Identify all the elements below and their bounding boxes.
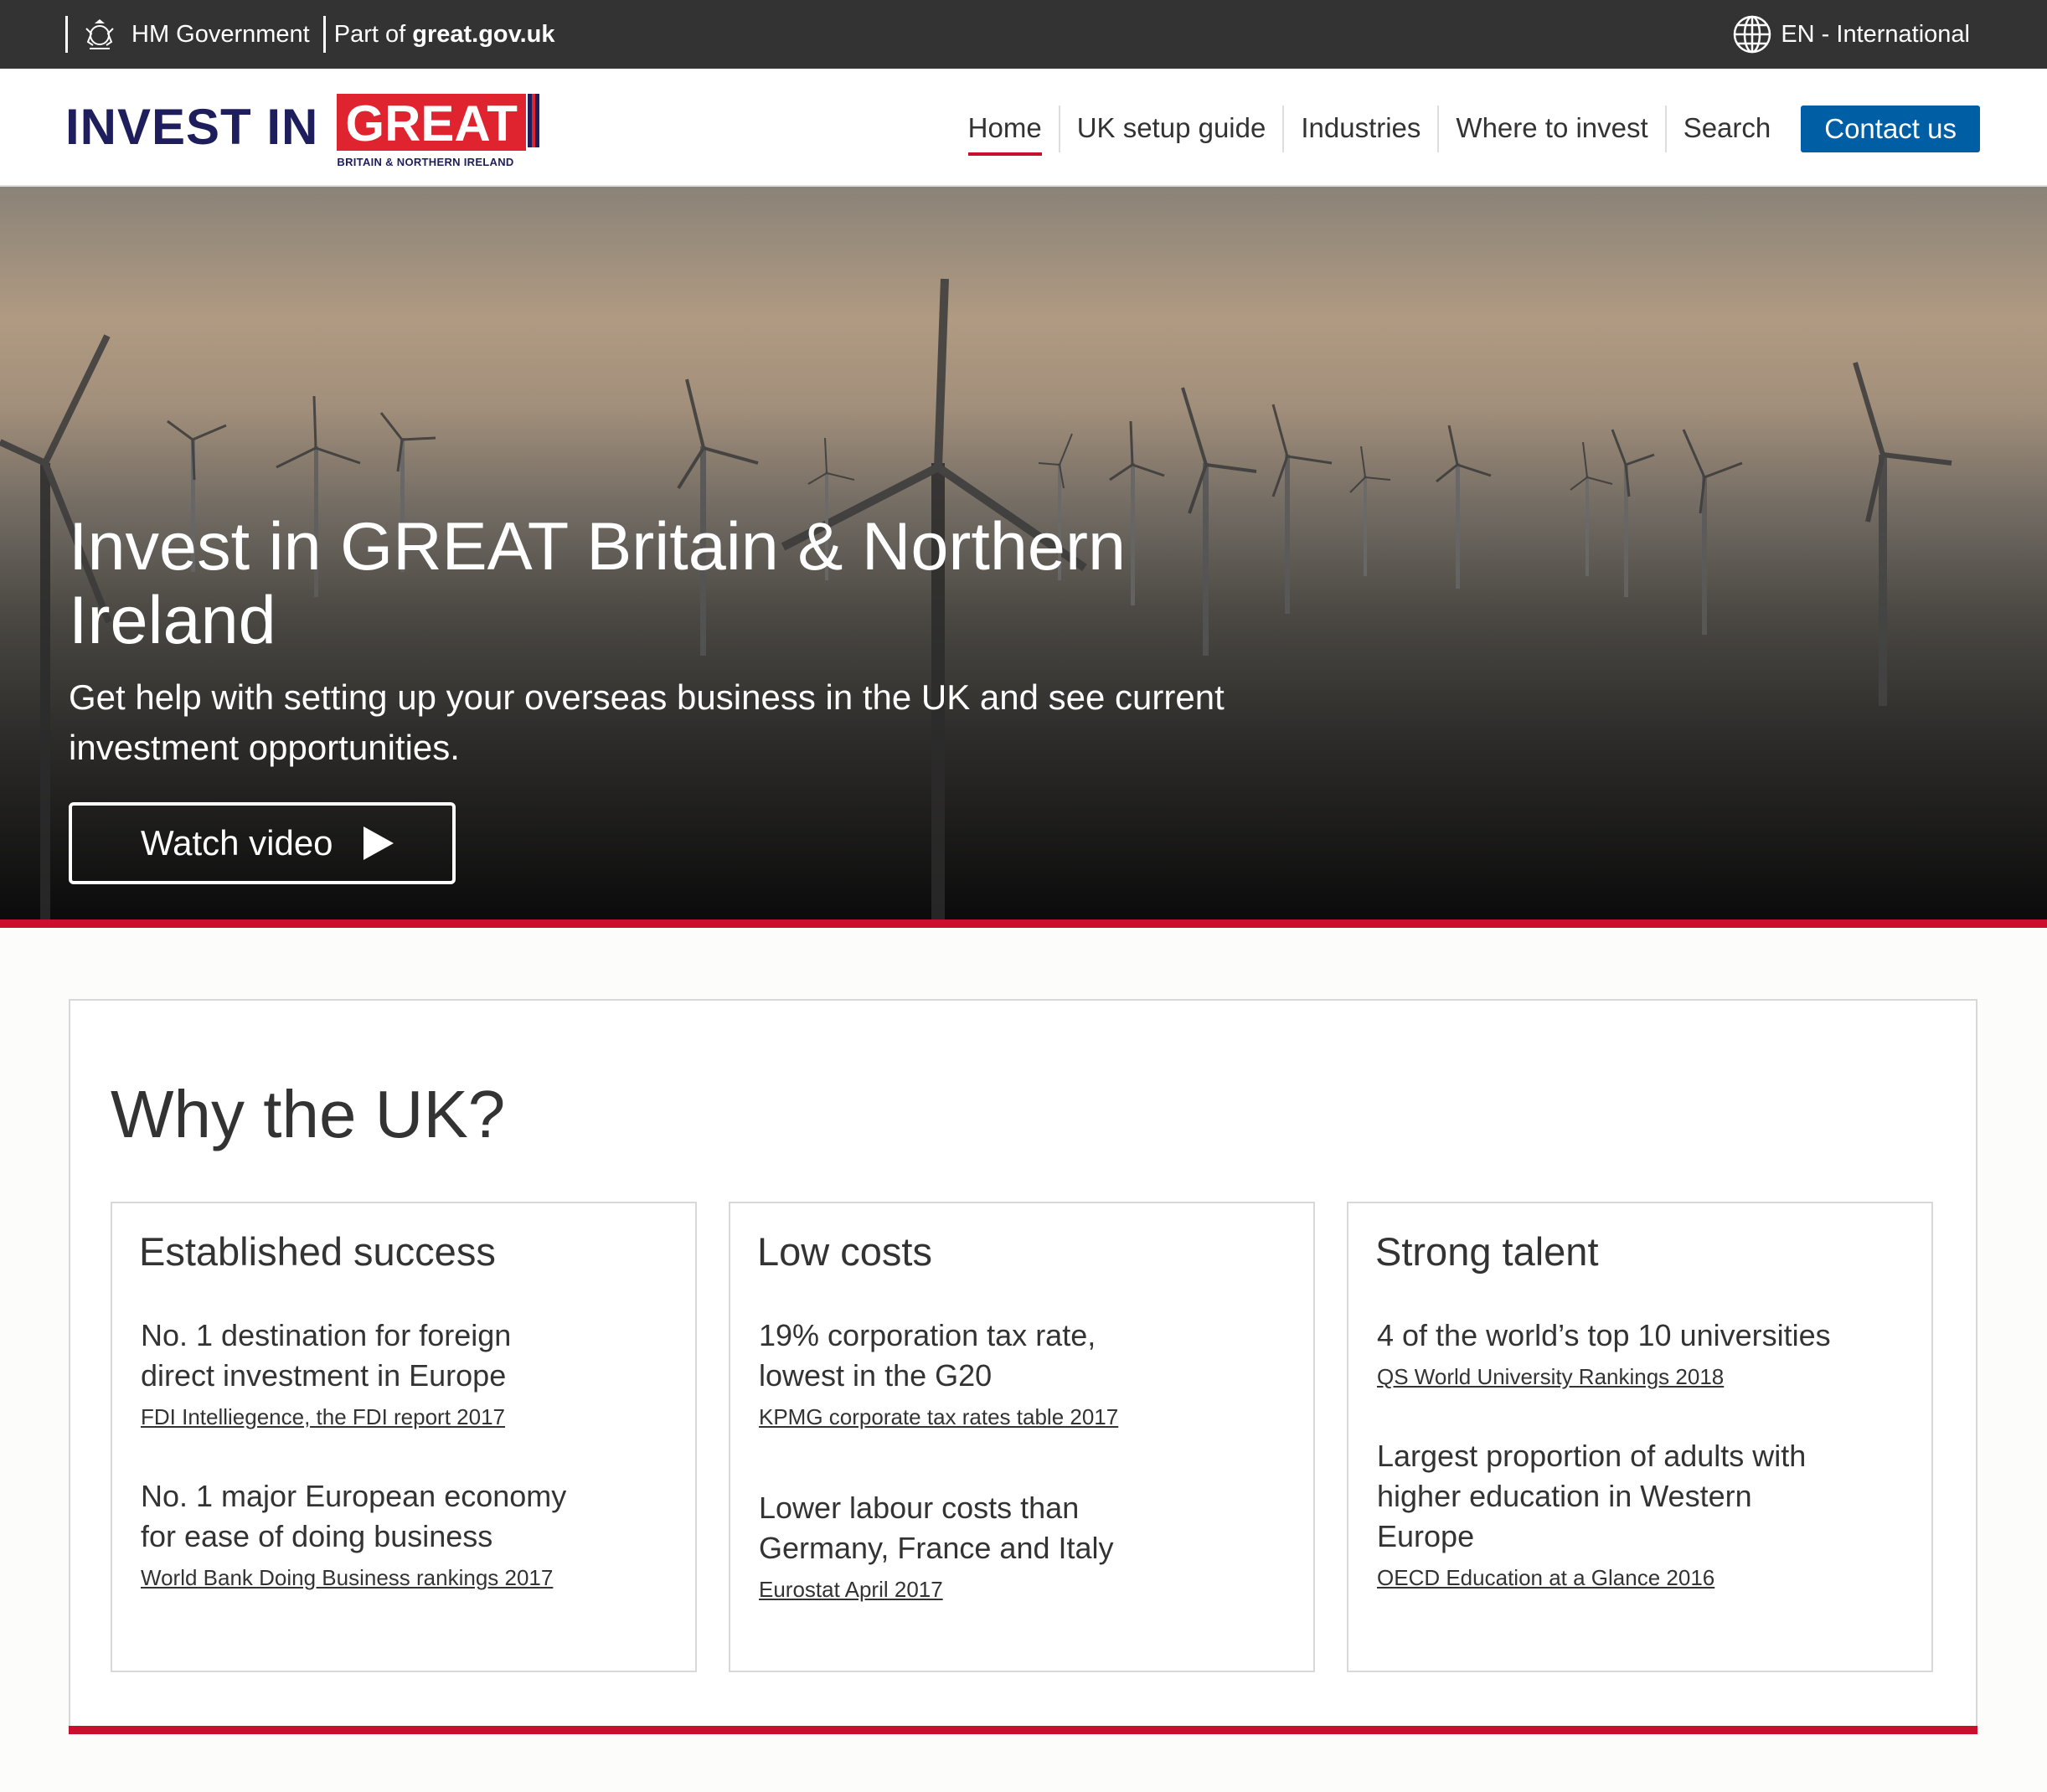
- watch-video-label: Watch video: [141, 823, 333, 863]
- card-low-costs: Low costs 19% corporation tax rate, lowe…: [729, 1202, 1315, 1672]
- nav-industries[interactable]: Industries: [1282, 106, 1437, 152]
- stat-item: No. 1 major European economy for ease of…: [141, 1476, 610, 1591]
- great-gov-uk: great.gov.uk: [412, 20, 555, 48]
- stat-text: 4 of the world’s top 10 universities: [1377, 1318, 1831, 1352]
- play-icon: [363, 826, 394, 860]
- hm-government-link[interactable]: HM Government: [131, 21, 310, 49]
- royal-crest-icon: [85, 19, 114, 49]
- stat-text: Largest proportion of adults with higher…: [1377, 1439, 1807, 1553]
- card-established-success: Established success No. 1 destination fo…: [111, 1202, 697, 1672]
- invest-in-great-logo[interactable]: INVEST IN GREAT BRITAIN & NORTHERN IRELA…: [65, 94, 539, 169]
- divider: [65, 16, 68, 53]
- stat-item: Lower labour costs than Germany, France …: [759, 1488, 1144, 1603]
- nav-search[interactable]: Search: [1664, 106, 1788, 152]
- hero-banner: Invest in GREAT Britain & Northern Irela…: [0, 187, 2047, 919]
- why-the-uk-section: Why the UK? Established success No. 1 de…: [69, 999, 1977, 1734]
- nav-uk-setup-guide[interactable]: UK setup guide: [1058, 106, 1283, 152]
- card-title: Strong talent: [1375, 1229, 1599, 1274]
- hero-title: Invest in GREAT Britain & Northern Irela…: [69, 509, 1126, 658]
- language-label: EN - International: [1781, 20, 1970, 48]
- logo-great-text: GREAT: [337, 94, 526, 151]
- stat-text: 19% corporation tax rate, lowest in the …: [759, 1318, 1096, 1393]
- logo-great-block: GREAT BRITAIN & NORTHERN IRELAND: [337, 94, 539, 168]
- stat-source-link[interactable]: QS World University Rankings 2018: [1377, 1364, 1724, 1390]
- stat-source-link[interactable]: Eurostat April 2017: [759, 1577, 943, 1603]
- main-navigation: Home UK setup guide Industries Where to …: [951, 106, 1980, 156]
- language-selector[interactable]: EN - International: [1732, 0, 1970, 69]
- stat-item: Largest proportion of adults with higher…: [1377, 1436, 1846, 1591]
- stat-item: No. 1 destination for foreign direct inv…: [141, 1316, 576, 1430]
- stat-source-link[interactable]: KPMG corporate tax rates table 2017: [759, 1404, 1118, 1430]
- divider: [322, 16, 326, 53]
- stat-source-link[interactable]: OECD Education at a Glance 2016: [1377, 1565, 1714, 1591]
- part-of-prefix: Part of: [333, 20, 413, 48]
- government-bar: HM Government Part of great.gov.uk EN - …: [0, 0, 2047, 69]
- stat-text: No. 1 destination for foreign direct inv…: [141, 1318, 512, 1393]
- logo-subtitle: BRITAIN & NORTHERN IRELAND: [337, 156, 514, 168]
- site-header: INVEST IN GREAT BRITAIN & NORTHERN IRELA…: [0, 69, 2047, 187]
- stat-item: 19% corporation tax rate, lowest in the …: [759, 1316, 1144, 1430]
- hero-divider: [0, 919, 2047, 928]
- stat-source-link[interactable]: World Bank Doing Business rankings 2017: [141, 1565, 553, 1591]
- card-title: Established success: [139, 1229, 496, 1274]
- card-strong-talent: Strong talent 4 of the world’s top 10 un…: [1347, 1202, 1933, 1672]
- stat-text: No. 1 major European economy for ease of…: [141, 1479, 567, 1553]
- stat-text: Lower labour costs than Germany, France …: [759, 1491, 1114, 1565]
- nav-home[interactable]: Home: [951, 106, 1059, 156]
- logo-invest-text: INVEST IN: [65, 99, 319, 155]
- part-of-great-link[interactable]: Part of great.gov.uk: [334, 21, 555, 49]
- globe-icon: [1734, 15, 1771, 54]
- watch-video-button[interactable]: Watch video: [69, 802, 456, 884]
- stat-item: 4 of the world’s top 10 universities QS …: [1377, 1316, 1896, 1390]
- card-title: Low costs: [757, 1229, 932, 1274]
- hero-subtitle: Get help with setting up your overseas b…: [69, 677, 1225, 767]
- stat-source-link[interactable]: FDI Intelliegence, the FDI report 2017: [141, 1404, 505, 1430]
- section-divider: [69, 1726, 1977, 1734]
- union-flag-icon: [527, 94, 539, 147]
- contact-us-button[interactable]: Contact us: [1801, 106, 1980, 152]
- nav-where-to-invest[interactable]: Where to invest: [1437, 106, 1664, 152]
- gov-links: HM Government Part of great.gov.uk: [65, 0, 555, 69]
- section-heading: Why the UK?: [111, 1077, 506, 1151]
